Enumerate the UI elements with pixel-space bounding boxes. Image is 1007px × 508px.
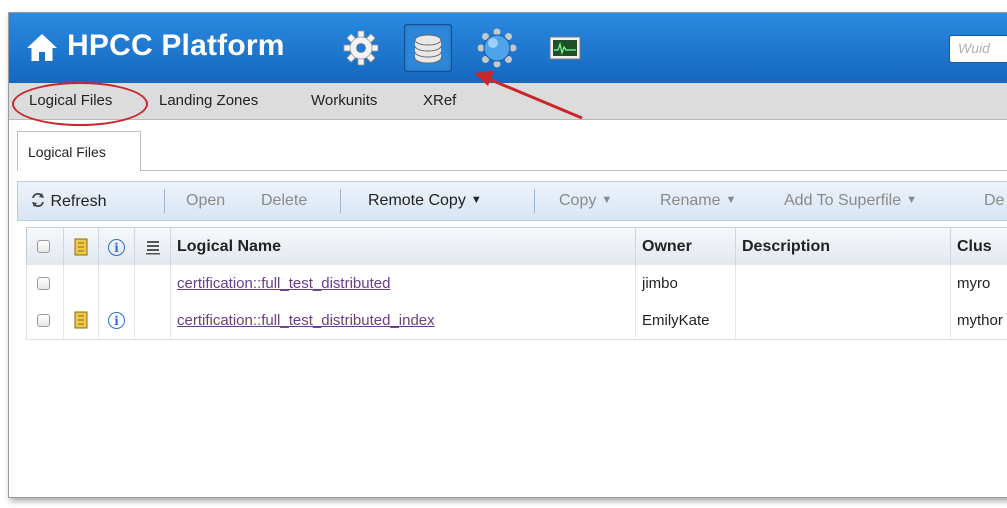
- add-to-superfile-button[interactable]: Add To Superfile ▼: [784, 192, 917, 210]
- subnav-item-xref[interactable]: XRef: [423, 92, 456, 109]
- description-cell: [736, 302, 951, 339]
- cluster-value: myro: [957, 275, 991, 292]
- remote-copy-button[interactable]: Remote Copy ▼: [368, 192, 482, 210]
- list-icon: [146, 241, 160, 255]
- column-header-label: Logical Name: [177, 238, 282, 255]
- column-header-label: Description: [742, 238, 831, 255]
- toolbar-separator: [164, 189, 165, 213]
- open-button[interactable]: Open: [186, 192, 225, 210]
- chevron-down-icon: ▼: [601, 194, 613, 206]
- cluster-cell: mythor: [951, 302, 1007, 339]
- sub-navigation: Logical Files Landing Zones Workunits XR…: [9, 83, 1007, 120]
- globe-icon[interactable]: [477, 28, 517, 68]
- refresh-icon: [32, 193, 44, 207]
- chevron-down-icon: ▼: [725, 194, 737, 206]
- info-cell: i: [99, 302, 135, 339]
- copy-label: Copy: [559, 192, 597, 209]
- list-cell: [135, 265, 171, 302]
- row-select-cell: [27, 302, 64, 339]
- table-row[interactable]: i certification::full_test_distributed_i…: [26, 302, 1007, 340]
- key-column-header: [64, 228, 99, 266]
- info-icon: i: [108, 239, 125, 256]
- column-header-description[interactable]: Description: [736, 228, 951, 266]
- delete-button[interactable]: Delete: [261, 192, 307, 210]
- logical-name-cell: certification::full_test_distributed_ind…: [171, 302, 636, 339]
- info-column-header: i: [99, 228, 135, 266]
- key-file-icon[interactable]: [72, 311, 90, 329]
- toolbar-separator: [340, 189, 341, 213]
- monitor-icon[interactable]: [545, 28, 585, 68]
- key-cell: [64, 265, 99, 302]
- cluster-cell: myro: [951, 265, 1007, 302]
- owner-value: jimbo: [642, 275, 678, 292]
- toolbar: Refresh Open Delete Remote Copy ▼ Copy ▼ R…: [17, 181, 1007, 221]
- key-file-icon: [74, 238, 88, 256]
- refresh-label: Refresh: [50, 193, 107, 210]
- info-icon[interactable]: i: [108, 312, 125, 329]
- cluster-value: mythor: [957, 312, 1003, 329]
- logical-name-link[interactable]: certification::full_test_distributed: [177, 275, 390, 292]
- add-to-superfile-label: Add To Superfile: [784, 192, 902, 209]
- grid-header: i Logical Name Owner Description Clus: [26, 227, 1007, 267]
- copy-button[interactable]: Copy ▼: [559, 192, 612, 210]
- subnav-item-logical-files[interactable]: Logical Files: [29, 92, 112, 109]
- tab-logical-files[interactable]: Logical Files: [17, 131, 141, 171]
- app-header: HPCC Platform Wuid: [9, 13, 1007, 83]
- logical-name-link[interactable]: certification::full_test_distributed_ind…: [177, 312, 435, 329]
- list-column-header: [135, 228, 171, 266]
- toolbar-separator: [534, 189, 535, 213]
- subnav-item-landing-zones[interactable]: Landing Zones: [159, 92, 258, 109]
- table-row[interactable]: certification::full_test_distributed jim…: [26, 265, 1007, 303]
- overflow-button[interactable]: De: [984, 192, 1004, 210]
- app-window: HPCC Platform Wuid Logical Files Landing…: [8, 12, 1007, 498]
- owner-cell: jimbo: [636, 265, 736, 302]
- row-checkbox[interactable]: [37, 314, 50, 327]
- column-header-owner[interactable]: Owner: [636, 228, 736, 266]
- select-all-checkbox[interactable]: [37, 240, 50, 253]
- logical-name-cell: certification::full_test_distributed: [171, 265, 636, 302]
- key-cell: [64, 302, 99, 339]
- tab-divider: [141, 170, 1007, 171]
- rename-button[interactable]: Rename ▼: [660, 192, 736, 210]
- gear-icon[interactable]: [341, 28, 381, 68]
- subnav-item-workunits[interactable]: Workunits: [311, 92, 377, 109]
- list-cell: [135, 302, 171, 339]
- column-header-label: Clus: [957, 238, 992, 255]
- remote-copy-label: Remote Copy: [368, 192, 466, 209]
- owner-value: EmilyKate: [642, 312, 710, 329]
- column-header-logical-name[interactable]: Logical Name: [171, 228, 636, 266]
- column-header-cluster[interactable]: Clus: [951, 228, 1007, 266]
- rename-label: Rename: [660, 192, 721, 209]
- description-cell: [736, 265, 951, 302]
- home-icon[interactable]: [25, 31, 59, 65]
- refresh-button[interactable]: Refresh: [30, 192, 106, 211]
- row-select-cell: [27, 265, 64, 302]
- chevron-down-icon: ▼: [470, 194, 482, 206]
- owner-cell: EmilyKate: [636, 302, 736, 339]
- app-title: HPCC Platform: [67, 29, 285, 62]
- row-checkbox[interactable]: [37, 277, 50, 290]
- info-cell: [99, 265, 135, 302]
- search-input[interactable]: Wuid: [949, 35, 1007, 63]
- chevron-down-icon: ▼: [906, 194, 918, 206]
- column-header-label: Owner: [642, 238, 692, 255]
- select-all-column: [27, 228, 64, 266]
- database-icon[interactable]: [404, 24, 452, 72]
